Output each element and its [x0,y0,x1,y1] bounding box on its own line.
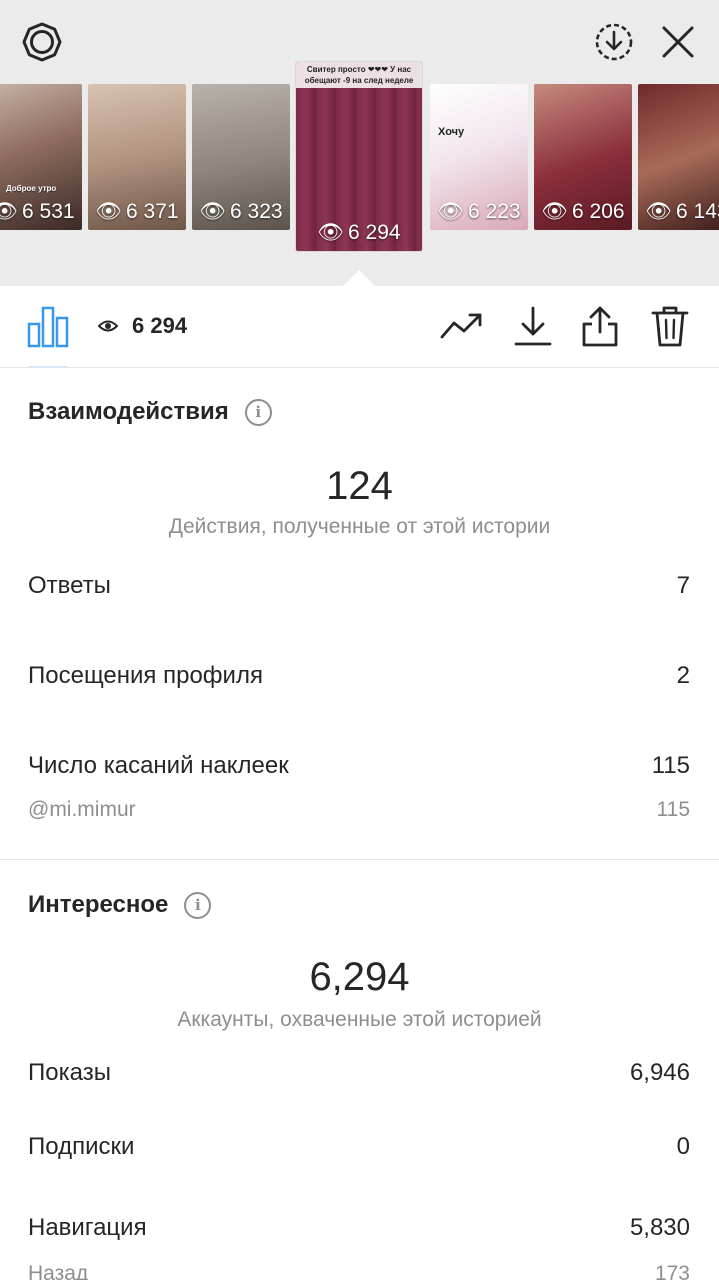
metric-label: Назад [28,1262,89,1280]
metric-label: Показы [28,1059,111,1086]
metric-value: 0 [676,1133,690,1160]
trend-icon [440,313,482,339]
story-views: 👁 6 531 [0,200,82,224]
save-button[interactable] [511,304,555,348]
metric-label: Число касаний наклеек [28,752,289,779]
metric-value: 115 [651,752,690,779]
bar-chart-icon [27,306,69,348]
stories-header: Доброе утро 👁 6 531 👁 6 371 👁 6 323 Свитер … [0,0,719,287]
metric-value: 6,946 [629,1059,690,1086]
metric-label: Навигация [28,1214,147,1241]
eye-icon: 👁 [317,221,345,244]
total-views: 6 294 [98,313,187,339]
metric-row-sticker-taps: Число касаний наклеек 115 [28,752,690,780]
story-views: 👁 6 294 [317,221,401,244]
active-tab-indicator [28,366,68,368]
share-button[interactable] [578,304,622,348]
section-title-text: Взаимодействия [28,398,229,425]
share-icon [582,306,618,347]
metric-subrow-mention[interactable]: @mi.mimur 115 [28,798,690,822]
insights-tab[interactable] [26,304,70,348]
metric-row-impressions: Показы 6,946 [28,1059,690,1087]
metric-subrow-back: Назад 173 [28,1262,690,1280]
metric-row-follows: Подписки 0 [28,1133,690,1161]
interactions-total: 124 [326,464,393,508]
section-divider [0,859,719,860]
discovery-total: 6,294 [309,955,410,999]
story-views: 👁6 143 [645,200,719,223]
eye-icon: 👁 [199,200,227,223]
metric-row-replies: Ответы 7 [28,572,690,600]
story-thumbnail[interactable]: Хочу 👁 6 223 [430,84,528,230]
metric-row-navigation: Навигация 5,830 [28,1214,690,1242]
metric-value: 173 [654,1262,690,1280]
eye-icon: 👁 [645,200,673,223]
story-caption: Доброе утро [6,184,57,193]
total-views-count: 6 294 [132,313,188,338]
metric-value: 7 [676,572,690,599]
story-toolbar: 6 294 [0,286,719,368]
story-thumbnail[interactable]: 👁 6 371 [88,84,186,230]
metric-label: Подписки [28,1133,135,1160]
info-icon[interactable]: i [184,891,212,919]
story-caption: Свитер просто ❤❤❤ У нас обещают -9 на сл… [296,62,422,88]
interactions-total-label: Действия, полученные от этой истории [168,515,551,538]
promote-button[interactable] [440,304,484,348]
metric-value: 5,830 [629,1214,690,1241]
story-thumbnail[interactable]: Доброе утро 👁 6 531 [0,84,82,230]
eye-icon: 👁 [95,200,123,223]
discovery-total-label: Аккаунты, охваченные этой историей [177,1008,542,1031]
eye-icon [98,320,118,332]
story-caption: Хочу [438,126,465,138]
trash-icon [651,306,689,347]
story-views: 👁 6 206 [541,200,625,223]
story-thumbnail[interactable]: 👁 6 206 [534,84,632,230]
metric-label: @mi.mimur [28,798,136,821]
story-thumbnail[interactable]: 👁 6 323 [192,84,290,230]
metric-label: Посещения профиля [28,662,263,689]
eye-icon: 👁 [0,200,19,223]
stories-strip[interactable]: Доброе утро 👁 6 531 👁 6 371 👁 6 323 Свитер … [0,62,719,251]
close-button[interactable] [654,18,702,66]
section-title-text: Интересное [28,891,169,918]
metric-row-profile-visits: Посещения профиля 2 [28,662,690,690]
discovery-section-title: Интересное i [28,891,212,919]
metric-label: Ответы [28,572,111,599]
eye-icon: 👁 [541,200,569,223]
settings-icon [22,22,62,62]
metric-value: 2 [676,662,690,689]
download-icon [514,306,552,346]
story-thumbnail[interactable]: 👁6 143 [638,84,719,230]
delete-button[interactable] [648,304,692,348]
story-views: 👁 6 223 [437,200,521,223]
settings-button[interactable] [18,18,66,66]
close-icon [662,26,694,58]
story-views: 👁 6 371 [95,200,179,223]
story-thumbnail-selected[interactable]: Свитер просто ❤❤❤ У нас обещают -9 на сл… [296,62,422,251]
metric-value: 115 [656,798,690,821]
eye-icon: 👁 [437,200,465,223]
story-views: 👁 6 323 [199,200,283,223]
selection-pointer [342,270,376,287]
download-circle-icon [595,23,633,61]
info-icon[interactable]: i [244,398,272,426]
download-circle-button[interactable] [590,18,638,66]
interactions-section-title: Взаимодействия i [28,398,272,426]
